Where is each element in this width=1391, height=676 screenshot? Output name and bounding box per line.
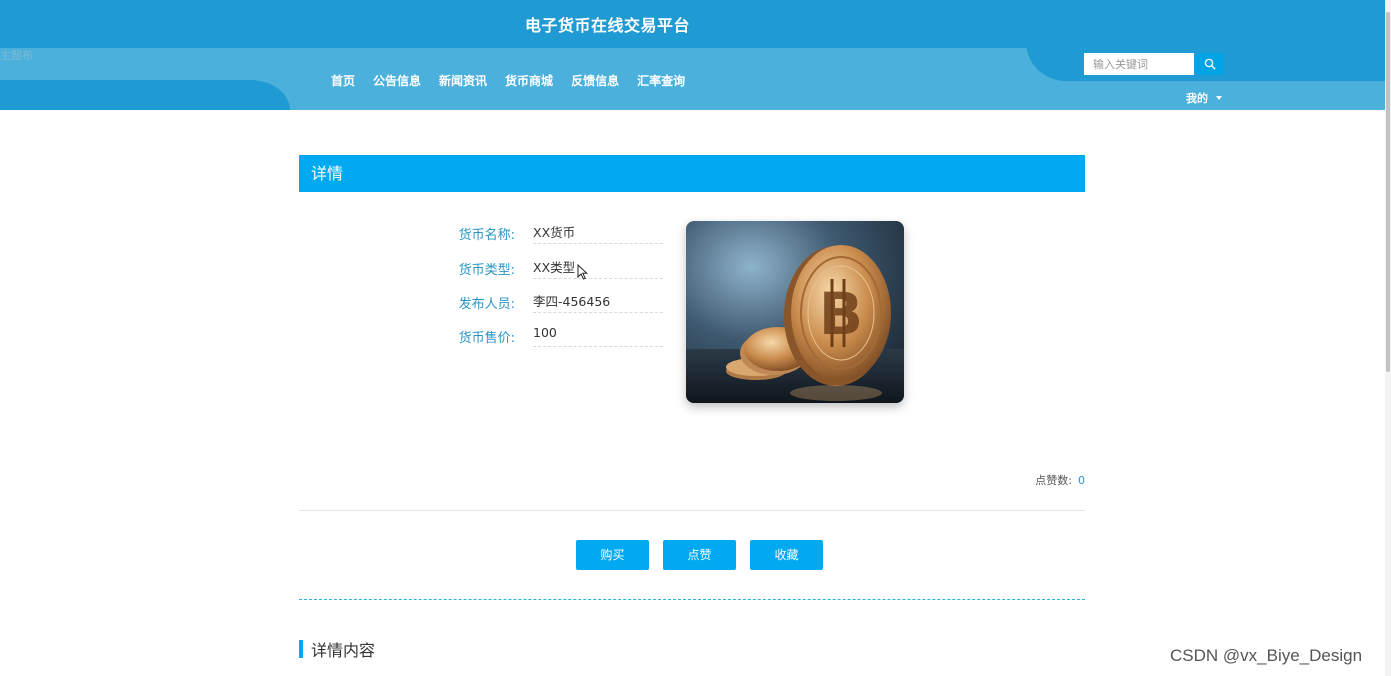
likes-label: 点赞数: <box>1035 474 1072 487</box>
search-input[interactable] <box>1084 53 1194 75</box>
buy-button[interactable]: 购买 <box>576 540 649 570</box>
likes-count: 0 <box>1078 474 1085 487</box>
detail-content-title: 详情内容 <box>311 641 376 660</box>
caret-down-icon <box>1216 96 1222 100</box>
mouse-cursor-icon <box>577 264 588 280</box>
heading-accent-bar <box>299 640 303 658</box>
nav-item-feedback[interactable]: 反馈信息 <box>562 72 628 89</box>
theme-ghost-text: 主题布 <box>0 49 33 62</box>
page-scrollbar-thumb[interactable] <box>1386 12 1390 372</box>
field-label: 货币售价: <box>458 331 515 346</box>
field-value: XX类型 <box>533 257 663 279</box>
detail-section-title: 详情 <box>299 155 1085 192</box>
nav-decoration-left <box>0 80 290 110</box>
site-title: 电子货币在线交易平台 <box>524 16 690 35</box>
nav-item-currency-mall[interactable]: 货币商城 <box>496 72 562 89</box>
user-menu-label: 我的 <box>1186 92 1208 105</box>
field-price: 货币售价: 100 <box>440 323 680 357</box>
main-nav-menu: 首页 公告信息 新闻资讯 货币商城 反馈信息 汇率查询 <box>322 72 694 89</box>
nav-item-exchange-rate[interactable]: 汇率查询 <box>628 72 694 89</box>
field-value: 李四-456456 <box>533 291 663 313</box>
field-label: 货币类型: <box>458 263 515 278</box>
nav-item-announcements[interactable]: 公告信息 <box>364 72 430 89</box>
watermark: CSDN @vx_Biye_Design <box>1170 646 1363 665</box>
like-button[interactable]: 点赞 <box>663 540 736 570</box>
search-button[interactable] <box>1196 53 1224 75</box>
svg-text:B: B <box>819 280 863 348</box>
favorite-button[interactable]: 收藏 <box>750 540 823 570</box>
field-currency-name: 货币名称: XX货币 <box>440 220 680 254</box>
field-value: XX货币 <box>533 222 663 244</box>
field-label: 发布人员: <box>458 297 515 312</box>
likes-counter: 点赞数: 0 <box>1035 472 1085 488</box>
dashed-divider <box>299 599 1085 600</box>
nav-item-news[interactable]: 新闻资讯 <box>430 72 496 89</box>
search-icon <box>1204 58 1216 70</box>
field-label: 货币名称: <box>458 228 515 243</box>
field-publisher: 发布人员: 李四-456456 <box>440 289 680 323</box>
nav-item-home[interactable]: 首页 <box>322 72 364 89</box>
divider <box>299 510 1085 511</box>
bitcoin-coin-image: B <box>686 221 904 403</box>
field-value: 100 <box>533 325 663 347</box>
user-menu-dropdown[interactable]: 我的 <box>1186 90 1222 106</box>
field-currency-type: 货币类型: XX类型 <box>440 255 680 289</box>
detail-content-heading: 详情内容 <box>299 640 376 660</box>
